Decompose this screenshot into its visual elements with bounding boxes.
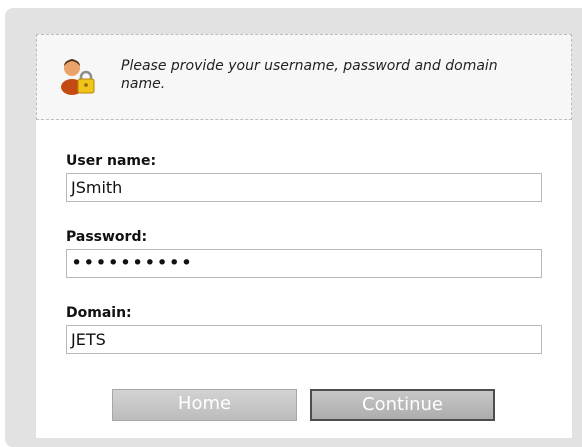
password-input[interactable]: ••••••••••	[66, 249, 542, 278]
continue-button[interactable]: Continue	[310, 389, 495, 421]
login-form: User name: JSmith Password: •••••••••• D…	[36, 120, 572, 438]
notice-text: Please provide your username, password a…	[121, 58, 498, 92]
domain-label: Domain:	[66, 305, 132, 321]
password-label: Password:	[66, 229, 148, 245]
home-button[interactable]: Home	[112, 389, 297, 421]
user-lock-icon	[61, 59, 95, 95]
notice-box: Please provide your username, password a…	[36, 34, 572, 120]
login-panel: Please provide your username, password a…	[5, 8, 582, 447]
username-input[interactable]: JSmith	[66, 173, 542, 202]
username-label: User name:	[66, 153, 157, 169]
domain-input[interactable]: JETS	[66, 325, 542, 354]
